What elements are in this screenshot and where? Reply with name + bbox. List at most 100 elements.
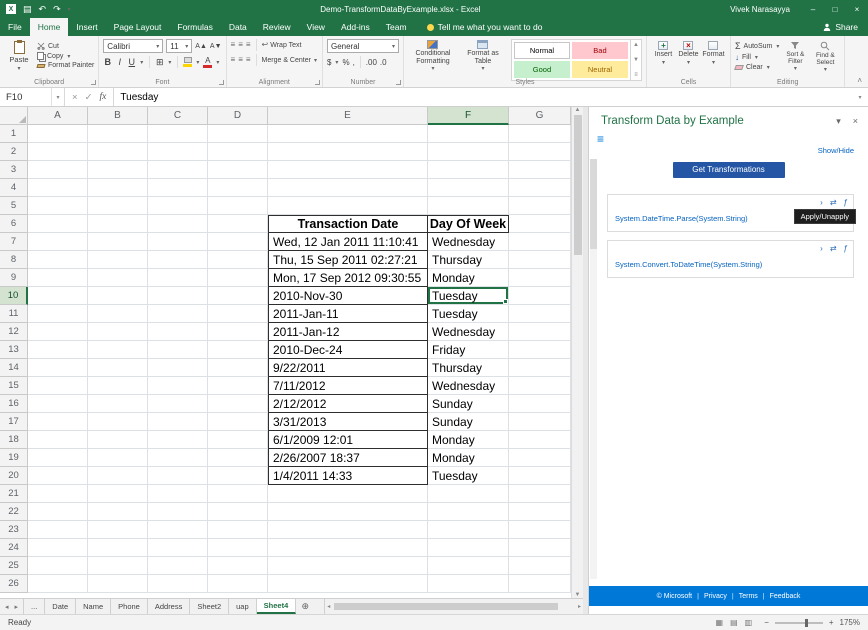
row-header-18[interactable]: 18 (0, 431, 28, 449)
merge-center-button[interactable]: Merge & Center ▾ (262, 57, 318, 64)
cell-G8[interactable] (509, 251, 571, 269)
cell-D10[interactable] (208, 287, 268, 305)
currency-button[interactable]: $ (327, 58, 331, 67)
row-header-24[interactable]: 24 (0, 539, 28, 557)
row-header-1[interactable]: 1 (0, 125, 28, 143)
paste-button[interactable]: Paste ▾ (4, 39, 34, 72)
tab-data[interactable]: Data (221, 18, 255, 36)
sheet-tab-address[interactable]: Address (148, 599, 191, 614)
cell-A1[interactable] (28, 125, 88, 143)
cell-C24[interactable] (148, 539, 208, 557)
format-as-table-button[interactable]: Format as Table ▾ (458, 39, 508, 73)
vertical-scroll-thumb[interactable] (574, 115, 582, 255)
cell-C11[interactable] (148, 305, 208, 323)
cell-G16[interactable] (509, 395, 571, 413)
sheet-tab-tab[interactable]: ... (23, 599, 45, 614)
row-header-19[interactable]: 19 (0, 449, 28, 467)
cell-B12[interactable] (88, 323, 148, 341)
sheet-tab-name[interactable]: Name (76, 599, 111, 614)
autosum-dropdown-icon[interactable]: ▾ (776, 43, 779, 50)
paste-dropdown-icon[interactable]: ▾ (17, 65, 20, 72)
autosum-button[interactable]: Σ AutoSum ▾ (735, 41, 780, 51)
cell-B7[interactable] (88, 233, 148, 251)
tab-review[interactable]: Review (255, 18, 299, 36)
cell-G12[interactable] (509, 323, 571, 341)
cell-C22[interactable] (148, 503, 208, 521)
tab-add-ins[interactable]: Add-ins (333, 18, 378, 36)
footer-link-privacy[interactable]: Privacy (704, 593, 727, 600)
gallery-down-icon[interactable]: ▼ (633, 57, 639, 63)
cell-B10[interactable] (88, 287, 148, 305)
cell-A10[interactable] (28, 287, 88, 305)
tab-page-layout[interactable]: Page Layout (106, 18, 170, 36)
formula-icon[interactable]: ƒ (844, 244, 848, 253)
formula-bar-expand-icon[interactable]: ▾ (852, 88, 868, 106)
formula-icon[interactable]: ƒ (844, 198, 848, 207)
cell-B6[interactable] (88, 215, 148, 233)
borders-button[interactable]: ⊞ (155, 57, 164, 68)
cell-A15[interactable] (28, 377, 88, 395)
cell-E22[interactable] (268, 503, 428, 521)
cell-C9[interactable] (148, 269, 208, 287)
taskpane-dropdown-icon[interactable]: ▾ (836, 116, 841, 127)
cell-D9[interactable] (208, 269, 268, 287)
cell-E16[interactable]: 2/12/2012 (268, 395, 428, 413)
fill-dropdown-icon[interactable]: ▾ (755, 54, 758, 61)
formula-input[interactable]: Tuesday (114, 88, 852, 106)
cell-C14[interactable] (148, 359, 208, 377)
currency-dropdown-icon[interactable]: ▾ (335, 59, 338, 66)
save-icon[interactable]: ▤ (23, 5, 32, 14)
sheet-prev-icon[interactable]: ◂ (5, 603, 9, 611)
cell-F19[interactable]: Monday (428, 449, 509, 467)
cell-C4[interactable] (148, 179, 208, 197)
cell-A13[interactable] (28, 341, 88, 359)
cell-G13[interactable] (509, 341, 571, 359)
font-size-select[interactable]: 11▾ (166, 39, 192, 53)
cell-E19[interactable]: 2/26/2007 18:37 (268, 449, 428, 467)
number-format-select[interactable]: General▾ (327, 39, 399, 53)
gallery-more-icon[interactable]: ≡ (634, 72, 638, 78)
cell-A25[interactable] (28, 557, 88, 575)
borders-dropdown-icon[interactable]: ▾ (168, 59, 171, 66)
cell-A14[interactable] (28, 359, 88, 377)
cell-C15[interactable] (148, 377, 208, 395)
maximize-button[interactable]: □ (824, 0, 846, 18)
cell-A26[interactable] (28, 575, 88, 593)
cell-G17[interactable] (509, 413, 571, 431)
cell-C26[interactable] (148, 575, 208, 593)
cell-F2[interactable] (428, 143, 509, 161)
cell-F12[interactable]: Wednesday (428, 323, 509, 341)
redo-icon[interactable]: ↷ (53, 5, 61, 14)
sheet-tab-phone[interactable]: Phone (111, 599, 148, 614)
row-header-22[interactable]: 22 (0, 503, 28, 521)
cell-G4[interactable] (509, 179, 571, 197)
row-header-3[interactable]: 3 (0, 161, 28, 179)
cell-C16[interactable] (148, 395, 208, 413)
cell-B16[interactable] (88, 395, 148, 413)
delete-cells-button[interactable]: Delete ▾ (676, 39, 701, 66)
cell-E10[interactable]: 2010-Nov-30 (268, 287, 428, 305)
cell-B19[interactable] (88, 449, 148, 467)
preview-chevron-icon[interactable]: › (820, 198, 823, 207)
cell-G2[interactable] (509, 143, 571, 161)
cell-D4[interactable] (208, 179, 268, 197)
clear-button[interactable]: Clear ▾ (735, 64, 780, 71)
cell-C3[interactable] (148, 161, 208, 179)
align-center-icon[interactable]: ≡ (238, 56, 243, 64)
cell-F16[interactable]: Sunday (428, 395, 509, 413)
row-header-10[interactable]: 10 (0, 287, 28, 305)
cell-F11[interactable]: Tuesday (428, 305, 509, 323)
cell-G14[interactable] (509, 359, 571, 377)
cell-A20[interactable] (28, 467, 88, 485)
cell-G26[interactable] (509, 575, 571, 593)
cell-E9[interactable]: Mon, 17 Sep 2012 09:30:55 (268, 269, 428, 287)
cell-A7[interactable] (28, 233, 88, 251)
taskpane-scroll-thumb[interactable] (590, 159, 597, 249)
horizontal-scroll-thumb[interactable] (334, 603, 558, 610)
row-header-8[interactable]: 8 (0, 251, 28, 269)
vertical-scrollbar[interactable]: ▲ ▼ (571, 107, 583, 598)
get-transformations-button[interactable]: Get Transformations (673, 162, 785, 178)
tab-file[interactable]: File (0, 18, 30, 36)
cell-F10[interactable]: Tuesday (428, 287, 509, 305)
cell-A22[interactable] (28, 503, 88, 521)
